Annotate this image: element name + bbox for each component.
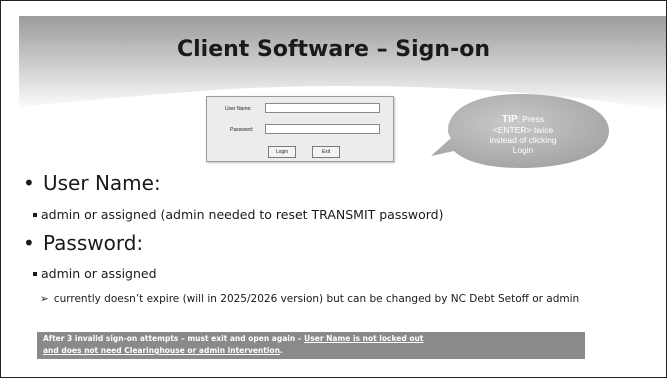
bullet-password: • Password: — [23, 231, 143, 255]
subsub-password-text: currently doesn’t expire (will in 2025/2… — [53, 293, 580, 305]
square-bullet — [33, 271, 37, 276]
bullet-dot: • — [23, 231, 35, 255]
sub-password-text: admin or assigned — [41, 266, 157, 281]
bullet-dot: • — [23, 171, 35, 195]
sub-username-text: admin or assigned (admin needed to reset… — [41, 207, 444, 222]
password-label: Password: — [230, 127, 254, 133]
login-button[interactable]: Login — [268, 146, 296, 158]
tip-heading: TIP — [501, 114, 518, 125]
note-end: . — [279, 346, 283, 355]
note-underlined-2: and does not need Clearinghouse or admin… — [43, 346, 280, 355]
square-bullet — [33, 212, 37, 217]
sub-bullet-username: admin or assigned (admin needed to reset… — [33, 207, 443, 222]
tip-line2: <ENTER> twice — [492, 125, 554, 135]
arrow-bullet-icon: ➢ — [40, 293, 49, 305]
sign-on-dialog: User Name: Password: Login Exit — [206, 96, 394, 162]
bullet-password-text: Password: — [43, 231, 144, 255]
username-input[interactable] — [265, 103, 380, 113]
slide-title: Client Software – Sign-on — [177, 37, 490, 62]
exit-button[interactable]: Exit — [312, 146, 340, 158]
bullet-username: • User Name: — [23, 171, 161, 195]
username-label: User Name: — [225, 106, 252, 112]
sub-bullet-password: admin or assigned — [33, 266, 157, 281]
password-input[interactable] — [265, 124, 380, 134]
note-part1: After 3 invalid sign-on attempts – must … — [43, 334, 305, 343]
tip-line3: instead of clicking — [489, 135, 557, 145]
sub-sub-bullet-password: ➢ currently doesn’t expire (will in 2025/… — [40, 293, 600, 306]
tip-line4: Login — [512, 145, 534, 155]
lockout-note: After 3 invalid sign-on attempts – must … — [37, 332, 585, 359]
note-underlined: User Name is not locked out — [304, 334, 424, 343]
tip-text: TIP: Press <ENTER> twice instead of clic… — [467, 114, 579, 155]
tip-line1: : Press — [517, 114, 544, 124]
slide: Client Software – Sign-on TIP: Press <EN… — [0, 0, 667, 378]
bullet-username-text: User Name: — [43, 171, 161, 195]
